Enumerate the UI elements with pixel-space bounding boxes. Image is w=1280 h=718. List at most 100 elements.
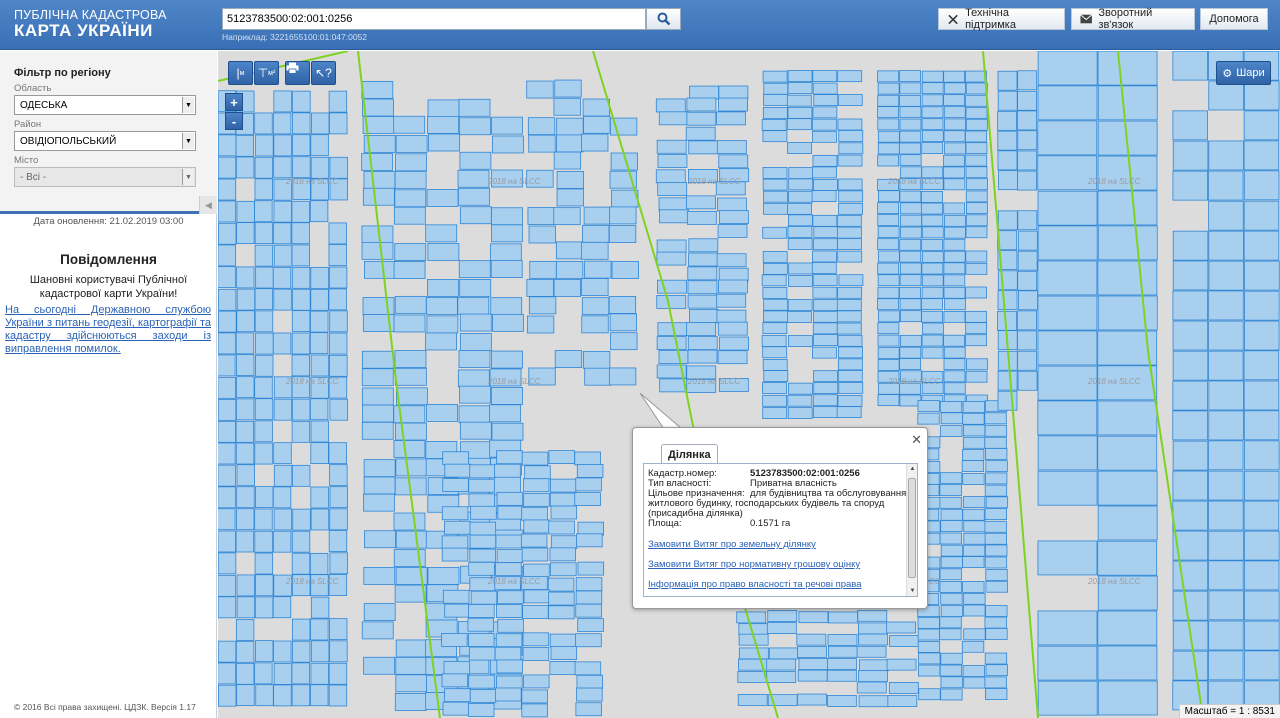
land-parcel[interactable] (393, 512, 426, 531)
land-parcel[interactable] (393, 206, 426, 225)
land-parcel[interactable] (394, 170, 427, 189)
land-parcel[interactable] (236, 574, 255, 597)
land-parcel[interactable] (922, 322, 944, 335)
land-parcel[interactable] (787, 407, 813, 419)
land-parcel[interactable] (496, 450, 523, 465)
land-parcel[interactable] (394, 295, 427, 314)
land-parcel[interactable] (1244, 80, 1280, 111)
land-parcel[interactable] (470, 505, 497, 520)
land-parcel[interactable] (329, 618, 348, 641)
land-parcel[interactable] (812, 106, 838, 119)
land-parcel[interactable] (528, 134, 556, 153)
land-parcel[interactable] (997, 90, 1018, 111)
ownership-info-link[interactable]: Інформація про право власності та речові… (648, 579, 862, 590)
land-parcel[interactable] (888, 682, 919, 694)
land-parcel[interactable] (459, 151, 492, 170)
land-parcel[interactable] (827, 634, 858, 646)
land-parcel[interactable] (361, 153, 394, 171)
land-parcel[interactable] (997, 130, 1018, 151)
land-parcel[interactable] (491, 116, 523, 135)
land-parcel[interactable] (939, 628, 962, 641)
land-parcel[interactable] (548, 591, 575, 606)
land-parcel[interactable] (886, 658, 917, 671)
land-parcel[interactable] (1244, 650, 1280, 681)
land-parcel[interactable] (685, 126, 716, 141)
land-parcel[interactable] (395, 674, 428, 693)
land-parcel[interactable] (921, 190, 943, 203)
land-parcel[interactable] (1244, 320, 1280, 351)
land-parcel[interactable] (763, 262, 788, 275)
land-parcel[interactable] (838, 202, 863, 215)
land-parcel[interactable] (655, 169, 686, 184)
land-parcel[interactable] (899, 238, 922, 251)
land-parcel[interactable] (218, 552, 237, 575)
land-parcel[interactable] (1017, 230, 1038, 251)
land-parcel[interactable] (490, 260, 523, 278)
land-parcel[interactable] (272, 112, 292, 135)
land-parcel[interactable] (762, 359, 788, 371)
land-parcel[interactable] (310, 640, 330, 663)
land-parcel[interactable] (584, 260, 612, 279)
land-parcel[interactable] (1172, 560, 1209, 591)
land-parcel[interactable] (395, 153, 427, 172)
land-parcel[interactable] (921, 310, 943, 323)
land-parcel[interactable] (549, 492, 577, 507)
land-parcel[interactable] (496, 659, 523, 674)
land-parcel[interactable] (582, 224, 610, 243)
land-parcel[interactable] (985, 664, 1008, 677)
land-parcel[interactable] (361, 621, 394, 640)
land-parcel[interactable] (984, 676, 1007, 689)
land-parcel[interactable] (444, 463, 471, 478)
land-parcel[interactable] (329, 486, 348, 509)
land-parcel[interactable] (943, 106, 966, 119)
land-parcel[interactable] (944, 298, 966, 311)
land-parcel[interactable] (1172, 590, 1209, 621)
land-parcel[interactable] (762, 346, 788, 359)
land-parcel[interactable] (1097, 435, 1158, 471)
land-parcel[interactable] (496, 675, 523, 690)
land-parcel[interactable] (997, 230, 1018, 251)
land-parcel[interactable] (943, 262, 966, 275)
land-parcel[interactable] (965, 262, 988, 275)
land-parcel[interactable] (292, 90, 311, 113)
land-parcel[interactable] (1097, 680, 1158, 716)
land-parcel[interactable] (658, 197, 689, 212)
land-parcel[interactable] (813, 179, 838, 191)
land-parcel[interactable] (943, 226, 966, 239)
land-parcel[interactable] (688, 252, 718, 267)
land-parcel[interactable] (441, 633, 468, 647)
land-parcel[interactable] (763, 202, 788, 215)
land-parcel[interactable] (921, 106, 944, 119)
land-parcel[interactable] (1097, 400, 1158, 436)
land-parcel[interactable] (574, 451, 601, 466)
land-parcel[interactable] (395, 530, 428, 549)
land-parcel[interactable] (1172, 51, 1208, 81)
land-parcel[interactable] (921, 226, 944, 239)
land-parcel[interactable] (496, 604, 523, 619)
land-parcel[interactable] (837, 286, 863, 299)
land-parcel[interactable] (291, 244, 310, 267)
land-parcel[interactable] (787, 142, 812, 154)
land-parcel[interactable] (1172, 650, 1209, 681)
land-parcel[interactable] (921, 214, 944, 227)
land-parcel[interactable] (272, 596, 292, 619)
land-parcel[interactable] (962, 400, 985, 413)
land-parcel[interactable] (762, 178, 788, 191)
land-parcel[interactable] (966, 358, 988, 371)
land-parcel[interactable] (521, 451, 549, 466)
land-parcel[interactable] (236, 310, 255, 333)
land-parcel[interactable] (291, 398, 311, 421)
land-parcel[interactable] (939, 401, 963, 413)
land-parcel[interactable] (361, 421, 394, 440)
land-parcel[interactable] (877, 142, 900, 155)
land-parcel[interactable] (576, 464, 604, 478)
land-parcel[interactable] (522, 605, 549, 619)
land-parcel[interactable] (363, 459, 396, 478)
land-parcel[interactable] (940, 520, 963, 532)
land-parcel[interactable] (396, 387, 428, 406)
land-parcel[interactable] (1037, 645, 1098, 681)
land-parcel[interactable] (917, 640, 941, 653)
land-parcel[interactable] (254, 508, 273, 531)
land-parcel[interactable] (899, 94, 921, 107)
land-parcel[interactable] (1017, 150, 1038, 171)
